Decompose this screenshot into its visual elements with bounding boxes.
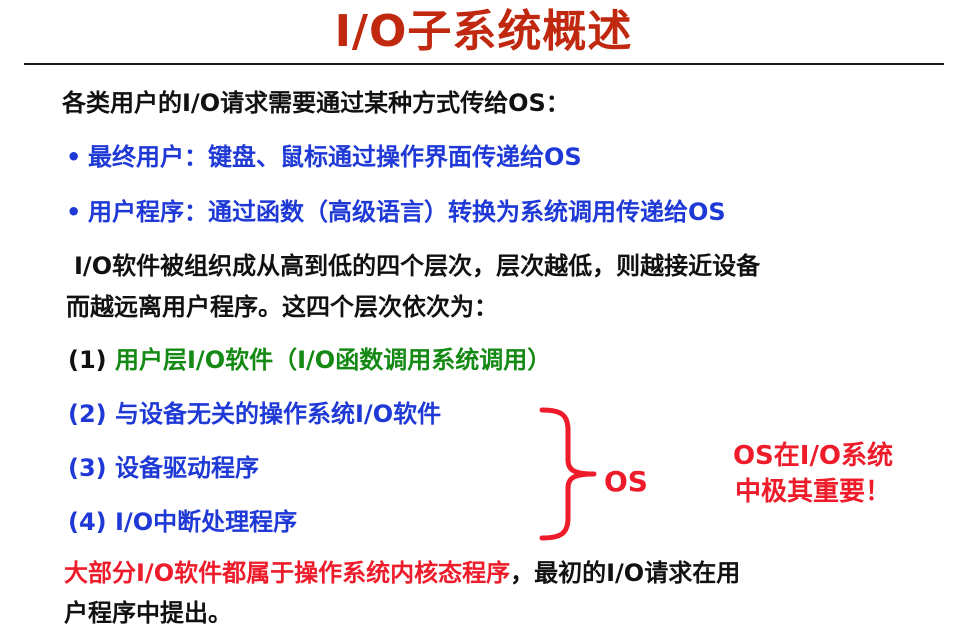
- layer-1-text: 用户层I/O软件（I/O函数调用系统调用）: [115, 346, 552, 374]
- layer-4-text: I/O中断处理程序: [115, 508, 298, 536]
- slide-title: I/O子系统概述: [334, 6, 633, 57]
- layer-3-text: 设备驱动程序: [115, 454, 259, 482]
- bullet-user-program-text: 用户程序：通过函数（高级语言）转换为系统调用传递给OS: [88, 198, 726, 226]
- note-line-1: OS在I/O系统: [732, 441, 894, 471]
- curly-brace-icon: [539, 407, 597, 541]
- layer-2-number: (2): [68, 400, 107, 428]
- paragraph-line-1: I/O软件被组织成从高到低的四个层次，层次越低，则越接近设备: [74, 252, 761, 280]
- layer-4-number: (4): [68, 508, 107, 536]
- bullet-user-program: • 用户程序：通过函数（高级语言）转换为系统调用传递给OS: [66, 195, 726, 229]
- paragraph-line-2: 而越远离用户程序。这四个层次依次为：: [66, 293, 498, 321]
- layer-1-number: (1): [68, 346, 107, 374]
- title-divider: [24, 63, 944, 65]
- conclusion-highlight: 大部分I/O软件都属于操作系统内核态程序: [64, 559, 511, 587]
- bullet-end-user: • 最终用户：键盘、鼠标通过操作界面传递给OS: [66, 140, 582, 174]
- layer-3: (3) 设备驱动程序: [68, 451, 259, 485]
- note-line-2: 中极其重要！: [734, 477, 891, 507]
- conclusion-rest: ，最初的I/O请求在用: [510, 559, 741, 587]
- layer-1: (1) 用户层I/O软件（I/O函数调用系统调用）: [68, 343, 551, 377]
- bullet-dot-icon: •: [66, 198, 82, 226]
- brace-os-label: OS: [604, 465, 648, 498]
- bullet-dot-icon: •: [66, 143, 82, 171]
- bullet-end-user-text: 最终用户：键盘、鼠标通过操作界面传递给OS: [88, 143, 582, 171]
- layer-4: (4) I/O中断处理程序: [68, 505, 297, 539]
- layer-2: (2) 与设备无关的操作系统I/O软件: [68, 397, 441, 431]
- layer-2-text: 与设备无关的操作系统I/O软件: [115, 400, 442, 428]
- conclusion-line-1: 大部分I/O软件都属于操作系统内核态程序，最初的I/O请求在用: [64, 556, 740, 590]
- os-importance-note: OS在I/O系统 中极其重要！: [718, 438, 908, 510]
- layer-3-number: (3): [68, 454, 107, 482]
- conclusion-line-2: 户程序中提出。: [64, 599, 232, 627]
- intro-text: 各类用户的I/O请求需要通过某种方式传给OS：: [62, 89, 570, 117]
